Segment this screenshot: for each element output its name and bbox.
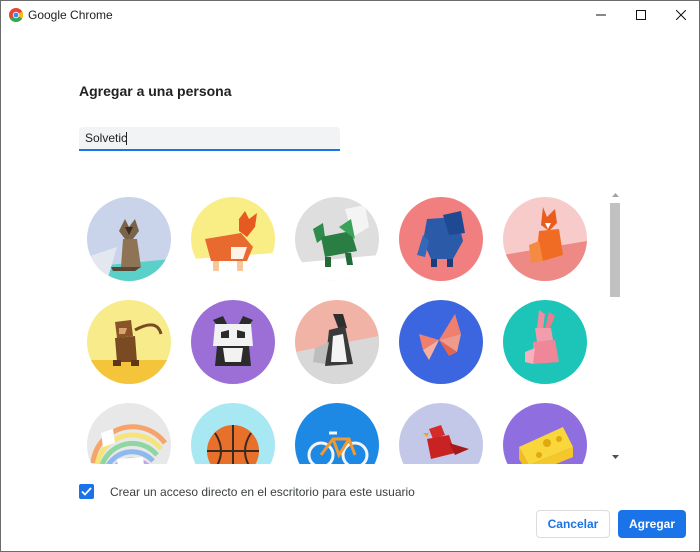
name-input[interactable] (79, 127, 340, 149)
chrome-logo-icon (9, 8, 23, 22)
maximize-icon (636, 10, 646, 20)
title-bar: Google Chrome (1, 1, 699, 29)
avatar-monkey[interactable] (87, 300, 171, 384)
avatar-bike[interactable] (295, 403, 379, 464)
basketball-icon (191, 403, 275, 464)
rabbit-icon (503, 300, 587, 384)
cheese-icon (503, 403, 587, 464)
shortcut-option: Crear un acceso directo en el escritorio… (79, 483, 415, 500)
avatar-cheese[interactable] (503, 403, 587, 464)
text-caret (126, 132, 127, 145)
shortcut-checkbox[interactable] (79, 484, 94, 499)
avatar-butterfly[interactable] (399, 300, 483, 384)
cat-icon (87, 197, 171, 281)
maximize-button[interactable] (619, 1, 663, 29)
penguin-icon (295, 300, 379, 384)
cancel-button[interactable]: Cancelar (536, 510, 610, 538)
bike-icon (295, 403, 379, 464)
avatar-grid (77, 187, 607, 464)
window-title: Google Chrome (28, 8, 113, 22)
avatar-scrollbar[interactable] (608, 187, 623, 464)
avatar-basketball[interactable] (191, 403, 275, 464)
unicorn-icon (87, 403, 171, 464)
avatar-elephant[interactable] (399, 197, 483, 281)
close-icon (676, 10, 686, 20)
corgi-icon (191, 197, 275, 281)
butterfly-icon (399, 300, 483, 384)
close-button[interactable] (659, 1, 700, 29)
avatar-unicorn[interactable] (87, 403, 171, 464)
avatar-bird[interactable] (399, 403, 483, 464)
monkey-icon (87, 300, 171, 384)
avatar-dragon[interactable] (295, 197, 379, 281)
shortcut-label: Crear un acceso directo en el escritorio… (110, 484, 415, 499)
chrome-window: Google Chrome Agregar a una persona Solv… (0, 0, 700, 552)
dialog-heading: Agregar a una persona (79, 83, 232, 99)
add-button[interactable]: Agregar (618, 510, 686, 538)
fox-icon (503, 197, 587, 281)
panda-icon (191, 300, 275, 384)
scroll-down-arrow-icon[interactable] (608, 449, 623, 464)
scroll-thumb[interactable] (610, 203, 620, 297)
avatar-penguin[interactable] (295, 300, 379, 384)
elephant-icon (399, 197, 483, 281)
avatar-panda[interactable] (191, 300, 275, 384)
avatar-corgi[interactable] (191, 197, 275, 281)
dragon-icon (295, 197, 379, 281)
avatar-cat[interactable] (87, 197, 171, 281)
avatar-fox[interactable] (503, 197, 587, 281)
avatar-rabbit[interactable] (503, 300, 587, 384)
checkmark-icon (81, 487, 92, 496)
minimize-icon (596, 14, 606, 16)
minimize-button[interactable] (579, 1, 623, 29)
scroll-up-arrow-icon[interactable] (608, 187, 623, 202)
name-field[interactable] (79, 127, 340, 151)
bird-icon (399, 403, 483, 464)
